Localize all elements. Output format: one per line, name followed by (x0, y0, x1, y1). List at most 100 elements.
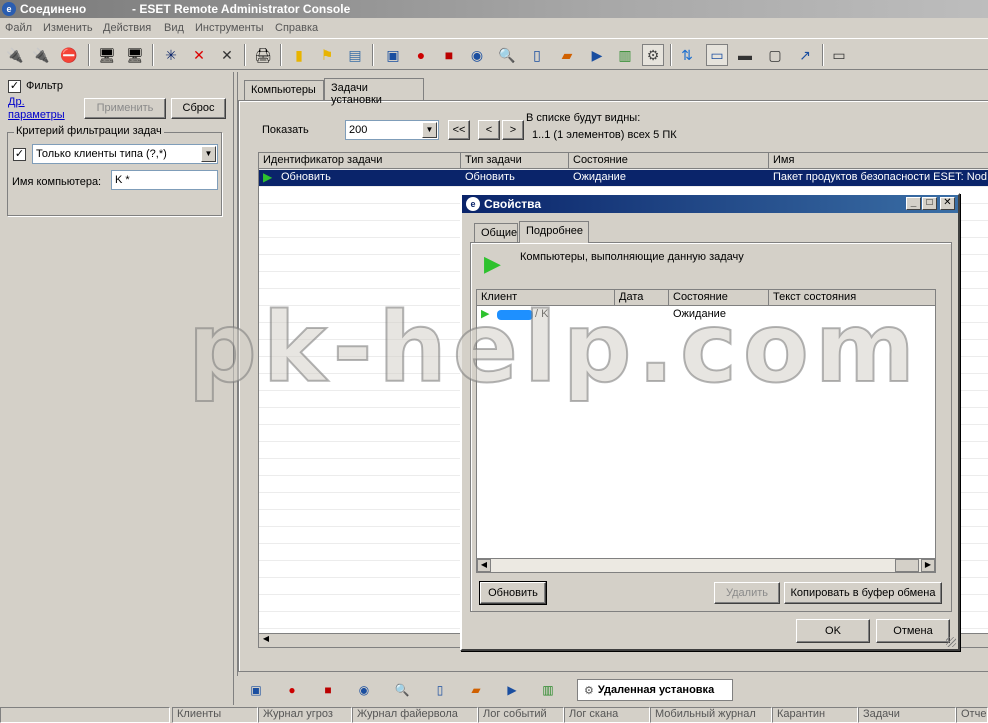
column-header-state[interactable]: Состояние (669, 290, 769, 306)
remote-install-icon[interactable]: ⚙ (642, 44, 664, 66)
reports-icon[interactable]: ▥ (614, 44, 636, 66)
statusbar-mobile-log[interactable]: Мобильный журнал (650, 707, 772, 723)
dialog-delete-button[interactable]: Удалить (714, 582, 780, 604)
filter-checkbox[interactable]: ✓ (8, 80, 21, 93)
panel-icon[interactable]: ▭ (706, 44, 728, 66)
connect-icon[interactable]: 🔌 (4, 44, 26, 66)
refresh-icon[interactable]: ⇅ (676, 44, 698, 66)
send-icon[interactable]: ↗ (794, 44, 816, 66)
tasks-icon[interactable]: ▶ (586, 44, 608, 66)
table-row[interactable]: ▶ Обновить Обновить Ожидание Пакет проду… (259, 170, 988, 186)
minimize-icon[interactable]: _ (906, 197, 921, 210)
chevron-down-icon[interactable]: ▼ (422, 122, 437, 138)
mobile-icon[interactable]: ▯ (526, 44, 548, 66)
chevron-down-icon[interactable]: ▼ (201, 146, 216, 162)
statusbar-tasks[interactable]: Задачи (858, 707, 956, 723)
statusbar-reports[interactable]: Отче (956, 707, 988, 723)
client-type-checkbox[interactable]: ✓ (13, 148, 26, 161)
filter-icon[interactable]: ▬ (734, 44, 756, 66)
next-page-button[interactable]: > (502, 120, 524, 140)
scroll-left-icon[interactable]: ◀ (477, 559, 491, 572)
resize-grip-icon[interactable] (946, 637, 956, 647)
statusbar-event-log[interactable]: Лог событий (478, 707, 564, 723)
export-icon[interactable]: ▮ (288, 44, 310, 66)
column-header-client[interactable]: Клиент (477, 290, 615, 306)
menu-edit[interactable]: Изменить (43, 22, 93, 34)
scroll-right-icon[interactable]: ▶ (921, 559, 935, 572)
scan-icon[interactable]: 🔍 (496, 44, 518, 66)
horizontal-scrollbar[interactable]: ◀ ▶ (477, 558, 935, 572)
events-icon[interactable]: ◉ (466, 44, 488, 66)
statusbar-clients[interactable]: Клиенты (172, 707, 258, 723)
copy-to-clipboard-button[interactable]: Копировать в буфер обмена (784, 582, 942, 604)
statusbar-threat-log[interactable]: Журнал угроз (258, 707, 352, 723)
column-header-state-text[interactable]: Текст состояния (769, 290, 935, 306)
connection-status: Соединено (20, 2, 87, 16)
client-type-dropdown[interactable]: Только клиенты типа (?,*) ▼ (32, 144, 218, 164)
threat-icon[interactable]: ● (410, 44, 432, 66)
column-header-state[interactable]: Состояние (569, 153, 769, 169)
clients-table: Клиент Дата Состояние Текст состояния ▶ … (476, 289, 936, 573)
close-icon[interactable]: ✕ (940, 197, 955, 210)
delete-icon[interactable]: ✕ (188, 44, 210, 66)
statusbar-empty (0, 707, 170, 723)
dialog-title-bar: e Свойства _ □ ✕ (462, 195, 958, 213)
firewall-icon[interactable]: ■ (317, 681, 339, 699)
show-count-dropdown[interactable]: 200 ▼ (345, 120, 439, 140)
column-header-task-id[interactable]: Идентификатор задачи (259, 153, 461, 169)
tab-install-tasks[interactable]: Задачи установки (324, 78, 424, 106)
view-icon[interactable]: ▢ (764, 44, 786, 66)
tasks-icon[interactable]: ▶ (501, 681, 523, 699)
apply-button[interactable]: Применить (84, 98, 166, 119)
column-header-task-type[interactable]: Тип задачи (461, 153, 569, 169)
cancel-button[interactable]: Отмена (876, 619, 950, 643)
disconnect-icon[interactable]: ⛔ (58, 44, 80, 66)
column-header-name[interactable]: Имя (769, 153, 988, 169)
statusbar-firewall-log[interactable]: Журнал файервола (352, 707, 478, 723)
connect-all-icon[interactable]: 🔌 (30, 44, 52, 66)
clients-icon[interactable]: ▣ (245, 681, 267, 699)
task-type-cell: Обновить (465, 171, 515, 183)
quarantine-icon[interactable]: ▰ (556, 44, 578, 66)
dialog-refresh-button[interactable]: Обновить (479, 581, 547, 605)
scroll-thumb[interactable] (895, 559, 919, 572)
clients-icon[interactable]: ▣ (382, 44, 404, 66)
scroll-left-icon[interactable]: ◀ (260, 634, 272, 646)
statusbar-scan-log[interactable]: Лог скана (564, 707, 650, 723)
ok-button[interactable]: OK (796, 619, 870, 643)
maximize-icon[interactable]: □ (922, 197, 937, 210)
first-page-button[interactable]: << (448, 120, 470, 140)
document-icon[interactable]: ▤ (344, 44, 366, 66)
tab-computers[interactable]: Компьютеры (244, 80, 324, 100)
toolbar-separator (152, 44, 154, 66)
reports-icon[interactable]: ▥ (537, 681, 559, 699)
threat-icon[interactable]: ● (281, 681, 303, 699)
menu-tools[interactable]: Инструменты (195, 22, 264, 34)
menu-file[interactable]: Файл (5, 22, 32, 34)
tab-remote-install[interactable]: ⚙ Удаленная установка (577, 679, 733, 701)
column-header-date[interactable]: Дата (615, 290, 669, 306)
new-task-icon[interactable]: ✳ (160, 44, 182, 66)
reset-button[interactable]: Сброс (171, 98, 226, 119)
options-icon[interactable]: ▭ (828, 44, 850, 66)
menu-view[interactable]: Вид (164, 22, 184, 34)
flag-icon[interactable]: ⚑ (316, 44, 338, 66)
mobile-icon[interactable]: ▯ (429, 681, 451, 699)
table-row[interactable]: ▶ / K Ожидание (477, 307, 935, 323)
computers-icon[interactable]: 🖥 (124, 44, 146, 66)
firewall-icon[interactable]: ■ (438, 44, 460, 66)
close-icon[interactable]: ✕ (216, 44, 238, 66)
computer-name-input[interactable]: K * (111, 170, 218, 190)
menu-help[interactable]: Справка (275, 22, 318, 34)
events-icon[interactable]: ◉ (353, 681, 375, 699)
statusbar-quarantine[interactable]: Карантин (772, 707, 858, 723)
computer-icon[interactable]: 🖥 (96, 44, 118, 66)
more-params-link[interactable]: Др. параметры (8, 96, 68, 122)
print-icon[interactable]: 🖨 (252, 44, 274, 66)
menu-actions[interactable]: Действия (103, 22, 151, 34)
dialog-tab-general[interactable]: Общие (474, 223, 518, 243)
dialog-tab-details[interactable]: Подробнее (519, 221, 589, 243)
quarantine-icon[interactable]: ▰ (465, 681, 487, 699)
prev-page-button[interactable]: < (478, 120, 500, 140)
scan-icon[interactable]: 🔍 (391, 681, 413, 699)
